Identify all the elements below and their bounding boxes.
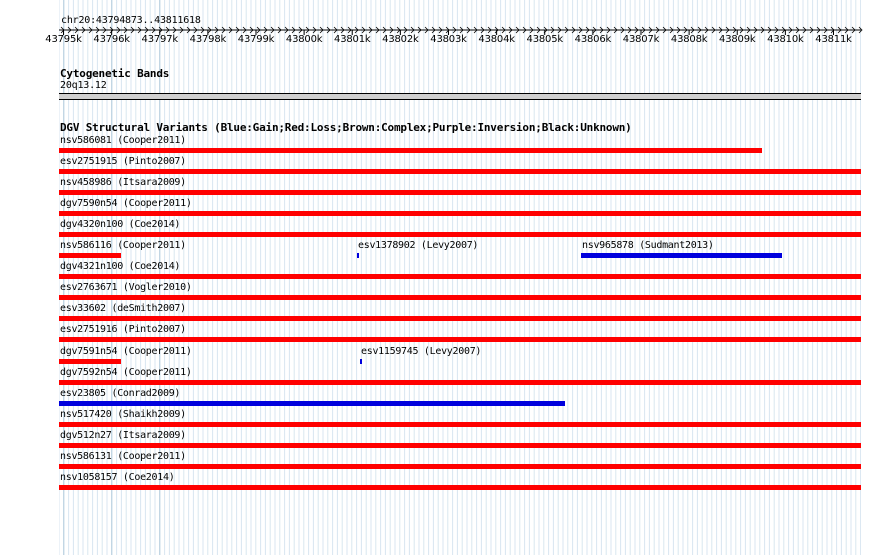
dgv-feature-bar[interactable] bbox=[59, 484, 861, 490]
dgv-feature-label[interactable]: nsv586131 (Cooper2011) bbox=[60, 451, 186, 463]
dgv-feature-label[interactable]: esv1159745 (Levy2007) bbox=[361, 346, 481, 358]
dgv-feature-label[interactable]: nsv1058157 (Coe2014) bbox=[60, 472, 175, 484]
cytoband-ideogram[interactable] bbox=[59, 93, 861, 100]
dgv-feature-bar[interactable] bbox=[59, 295, 861, 301]
dgv-feature-label[interactable]: esv23805 (Conrad2009) bbox=[60, 388, 180, 400]
ruler-tick-label: 43809k bbox=[719, 34, 756, 45]
ruler-tick-label: 43811k bbox=[815, 34, 852, 45]
dgv-feature-label[interactable]: esv2751915 (Pinto2007) bbox=[60, 156, 186, 168]
ruler-tick-label: 43803k bbox=[430, 34, 467, 45]
dgv-feature-label[interactable]: nsv458986 (Itsara2009) bbox=[60, 177, 186, 189]
dgv-track-title: DGV Structural Variants (Blue:Gain;Red:L… bbox=[60, 121, 632, 134]
dgv-feature-label[interactable]: dgv7591n54 (Cooper2011) bbox=[60, 346, 192, 358]
ruler-tick-label: 43796k bbox=[93, 34, 130, 45]
dgv-feature-label[interactable]: esv2751916 (Pinto2007) bbox=[60, 324, 186, 336]
ruler-tick-label: 43807k bbox=[622, 34, 660, 45]
ruler-tick-label: 43806k bbox=[574, 34, 612, 45]
ruler-tick-label: 43795k bbox=[45, 34, 82, 45]
dgv-feature-label[interactable]: nsv965878 (Sudmant2013) bbox=[582, 240, 714, 252]
dgv-feature-bar[interactable] bbox=[59, 232, 861, 238]
dgv-feature-label[interactable]: esv1378902 (Levy2007) bbox=[358, 240, 478, 252]
dgv-feature-label[interactable]: dgv7590n54 (Cooper2011) bbox=[60, 198, 192, 210]
ruler-tick-label: 43808k bbox=[670, 34, 708, 45]
dgv-feature-bar[interactable] bbox=[59, 421, 861, 427]
ruler-tick-label: 43802k bbox=[382, 34, 419, 45]
ruler-tick-label: 43798k bbox=[189, 34, 227, 45]
dgv-feature-bar[interactable] bbox=[357, 253, 359, 259]
ruler-tick-label: 43805k bbox=[526, 34, 564, 45]
dgv-feature-label[interactable]: nsv586081 (Cooper2011) bbox=[60, 135, 186, 147]
dgv-feature-bar[interactable] bbox=[59, 211, 861, 217]
dgv-feature-label[interactable]: esv33602 (deSmith2007) bbox=[60, 303, 186, 315]
ruler-tick-label: 43801k bbox=[334, 34, 371, 45]
ruler-tick-label: 43797k bbox=[141, 34, 179, 45]
dgv-feature-bar[interactable] bbox=[59, 253, 121, 259]
dgv-feature-bar[interactable] bbox=[59, 358, 121, 364]
cytobands-track-title: Cytogenetic Bands bbox=[60, 67, 170, 80]
dgv-feature-bar[interactable] bbox=[59, 169, 861, 175]
ruler-tick-label: 43810k bbox=[767, 34, 804, 45]
cytoband-label: 20q13.12 bbox=[60, 80, 107, 91]
dgv-feature-bar[interactable] bbox=[59, 274, 861, 280]
dgv-feature-bar[interactable] bbox=[59, 337, 861, 343]
dgv-feature-label[interactable]: nsv586116 (Cooper2011) bbox=[60, 240, 186, 252]
dgv-feature-bar[interactable] bbox=[581, 253, 782, 259]
dgv-feature-label[interactable]: dgv512n27 (Itsara2009) bbox=[60, 430, 186, 442]
ruler-tick-label: 43804k bbox=[478, 34, 515, 45]
dgv-feature-bar[interactable] bbox=[59, 442, 861, 448]
dgv-feature-label[interactable]: nsv517420 (Shaikh2009) bbox=[60, 409, 186, 421]
dgv-feature-label[interactable]: esv2763671 (Vogler2010) bbox=[60, 282, 192, 294]
dgv-feature-label[interactable]: dgv7592n54 (Cooper2011) bbox=[60, 367, 192, 379]
ruler-tick-label: 43799k bbox=[237, 34, 275, 45]
ruler-tick-label: 43800k bbox=[285, 34, 323, 45]
dgv-feature-bar[interactable] bbox=[59, 148, 762, 153]
dgv-feature-bar[interactable] bbox=[360, 358, 362, 364]
genome-browser-view: chr20:43794873..43811618 43795k 43796k 437… bbox=[0, 0, 890, 555]
dgv-feature-bar[interactable] bbox=[59, 190, 861, 196]
dgv-feature-bar[interactable] bbox=[59, 316, 861, 322]
dgv-feature-label[interactable]: dgv4320n100 (Coe2014) bbox=[60, 219, 180, 231]
dgv-feature-bar[interactable] bbox=[59, 463, 861, 469]
dgv-feature-bar[interactable] bbox=[59, 400, 565, 406]
dgv-feature-label[interactable]: dgv4321n100 (Coe2014) bbox=[60, 261, 180, 273]
dgv-feature-bar[interactable] bbox=[59, 379, 861, 385]
